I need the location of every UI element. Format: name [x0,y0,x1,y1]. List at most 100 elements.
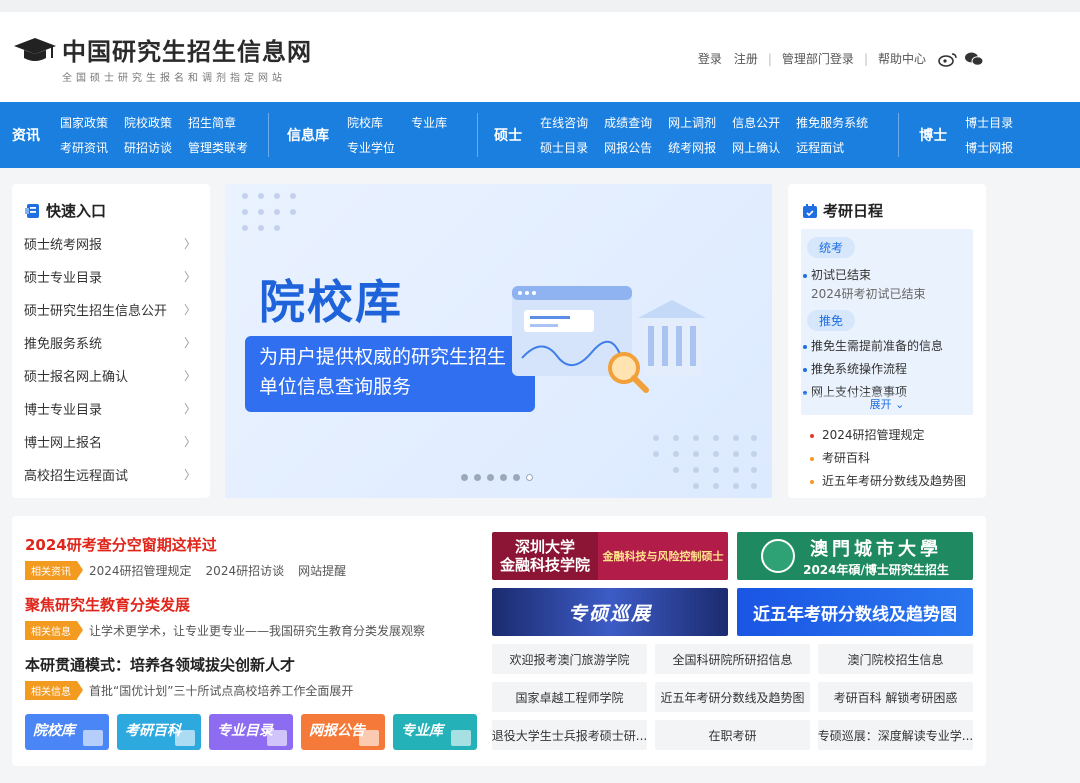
decorative-dots [242,193,296,231]
nav-item[interactable]: 硕士目录 [540,139,588,156]
nav-head-master[interactable]: 硕士 [478,125,534,145]
quick-entry-item[interactable]: 高校招生远程面试 〉 [12,458,210,491]
divider: | [767,51,772,66]
quick-entry-title: 快速入口 [46,202,107,220]
shortcut-button[interactable]: 院校库 [25,714,109,750]
related-link[interactable]: 让学术更学术，让专业更专业——我国研究生教育分类发展观察 [89,622,425,639]
nav-head-doctor[interactable]: 博士 [899,125,959,145]
schedule-item[interactable]: 推免系统操作流程 [801,360,973,379]
nav-item[interactable]: 推免服务系统 [796,114,868,131]
nav-item[interactable]: 专业学位 [347,139,395,156]
nav-item[interactable]: 国家政策 [60,114,108,131]
nav-item[interactable]: 管理类联考 [188,139,248,156]
banner-line: 为用户提供权威的研究生招生 [259,346,507,368]
news-headline[interactable]: 2024研考查分空窗期这样过 [25,534,360,555]
shortcut-button[interactable]: 网报公告 [301,714,385,750]
quick-entry-item[interactable]: 硕士统考网报 〉 [12,227,210,260]
schedule-title: 考研日程 [823,202,884,220]
weibo-icon[interactable] [938,51,958,67]
schedule-item[interactable]: 推免生需提前准备的信息 [801,337,973,356]
nav-item[interactable]: 招生简章 [188,114,248,131]
university-seal-icon [761,539,796,573]
nav-section-news: 资讯 国家政策 院校政策 招生简章 考研资讯 研招访谈 管理类联考 [0,113,268,157]
quick-entry-item[interactable]: 博士网上报名 〉 [12,425,210,458]
expand-button[interactable]: 展开 ⌄ [801,393,973,415]
nav-item[interactable]: 博士目录 [965,114,1013,131]
schedule-link[interactable]: 考研百科 [810,447,966,470]
nav-item[interactable]: 统考网报 [668,139,716,156]
nav-item[interactable]: 网报公告 [604,139,652,156]
grid-link[interactable]: 在职考研 [655,720,810,750]
quick-entry-item[interactable]: 硕士研究生招生信息公开 〉 [12,293,210,326]
shortcut-label: 专业库 [401,723,443,739]
grid-link[interactable]: 专硕巡展：深度解读专业学... [818,720,973,750]
grid-link[interactable]: 全国科研院所研招信息 [655,644,810,674]
news-headline[interactable]: 本研贯通模式：培养各领域拔尖创新人才 [25,654,367,675]
professional-master-tour-banner[interactable]: 专硕巡展 [492,588,728,636]
nav-item[interactable]: 院校库 [347,114,395,131]
related-link[interactable]: 2024研招访谈 [206,562,285,579]
carousel-dot[interactable] [500,474,507,481]
grid-link[interactable]: 国家卓越工程师学院 [492,682,647,712]
related-link[interactable]: 2024研招管理规定 [89,562,192,579]
login-link[interactable]: 登录 [698,50,722,67]
grid-link[interactable]: 欢迎报考澳门旅游学院 [492,644,647,674]
nav-item[interactable]: 网上确认 [732,139,780,156]
nav-item[interactable]: 专业库 [411,114,447,131]
nav-item[interactable]: 信息公开 [732,114,780,131]
grid-link[interactable]: 近五年考研分数线及趋势图 [655,682,810,712]
nav-item[interactable]: 网上调剂 [668,114,716,131]
wechat-icon[interactable] [964,51,984,67]
carousel-dot[interactable] [474,474,481,481]
chevron-right-icon: 〉 [183,369,196,383]
nav-item[interactable]: 成绩查询 [604,114,652,131]
nav-item[interactable]: 在线咨询 [540,114,588,131]
shortcut-button[interactable]: 专业库 [393,714,477,750]
shortcut-button[interactable]: 考研百科 [117,714,201,750]
carousel-dot-active[interactable] [526,474,533,481]
carousel-dot[interactable] [461,474,468,481]
site-subtitle: 全国硕士研究生报名和调剂指定网站 [62,73,286,84]
register-link[interactable]: 注册 [734,50,758,67]
quick-entry-item[interactable]: 推免服务系统 〉 [12,326,210,359]
score-trend-banner[interactable]: 近五年考研分数线及趋势图 [737,588,973,636]
carousel-dot[interactable] [487,474,494,481]
grid-link[interactable]: 考研百科 解锁考研困惑 [818,682,973,712]
carousel-dot[interactable] [513,474,520,481]
schedule-link[interactable]: 2024研招管理规定 [810,424,966,447]
news-item: 2024研考查分空窗期这样过 相关资讯 2024研招管理规定 2024研招访谈 … [25,534,360,580]
notice-icon [359,730,379,746]
quick-entry-item[interactable]: 硕士专业目录 〉 [12,260,210,293]
schedule-item[interactable]: 初试已结束 [801,266,973,285]
news-headline[interactable]: 聚焦研究生教育分类发展 [25,594,439,615]
nav-item[interactable]: 院校政策 [124,114,172,131]
quick-entry-label: 高校招生远程面试 [24,469,129,484]
site-logo[interactable]: 中国研究生招生信息网 全国硕士研究生报名和调剂指定网站 [12,32,312,84]
banner-caption: 为用户提供权威的研究生招生 单位信息查询服务 [245,336,535,412]
related-link[interactable]: 首批“国优计划”三十所试点高校培养工作全面展开 [89,682,353,699]
quick-entry-label: 推免服务系统 [24,337,103,352]
nav-item[interactable]: 研招访谈 [124,139,172,156]
news-item: 聚焦研究生教育分类发展 相关信息 让学术更学术，让专业更专业——我国研究生教育分… [25,594,439,640]
szu-ad-banner[interactable]: 深圳大学 金融科技学院 金融科技与风险控制硕士 [492,532,728,580]
list-icon [267,730,287,746]
help-center-link[interactable]: 帮助中心 [878,50,926,67]
quick-entry-item[interactable]: 硕士报名网上确认 〉 [12,359,210,392]
nav-head-news[interactable]: 资讯 [0,125,52,145]
quick-entry-item[interactable]: 博士专业目录 〉 [12,392,210,425]
ad-text: 2024年碩/博士研究生招生 [803,562,949,577]
schedule-scroll-panel: 统考 初试已结束 2024研考初试已结束 推免 推免生需提前准备的信息 推免系统… [801,229,973,415]
shortcut-button[interactable]: 专业目录 [209,714,293,750]
grid-link[interactable]: 澳门院校招生信息 [818,644,973,674]
related-link[interactable]: 网站提醒 [298,562,346,579]
quick-entry-label: 硕士统考网报 [24,238,103,253]
nav-head-database[interactable]: 信息库 [269,125,341,145]
cityu-macau-ad-banner[interactable]: 澳門城市大學 2024年碩/博士研究生招生 [737,532,973,580]
grid-link[interactable]: 退役大学生士兵报考硕士研... [492,720,647,750]
nav-item[interactable]: 考研资讯 [60,139,108,156]
hero-banner[interactable]: 院校库 为用户提供权威的研究生招生 单位信息查询服务 [225,184,772,498]
nav-item[interactable]: 博士网报 [965,139,1013,156]
admin-login-link[interactable]: 管理部门登录 [782,50,854,67]
schedule-link[interactable]: 近五年考研分数线及趋势图 [810,470,966,493]
nav-item[interactable]: 远程面试 [796,139,868,156]
